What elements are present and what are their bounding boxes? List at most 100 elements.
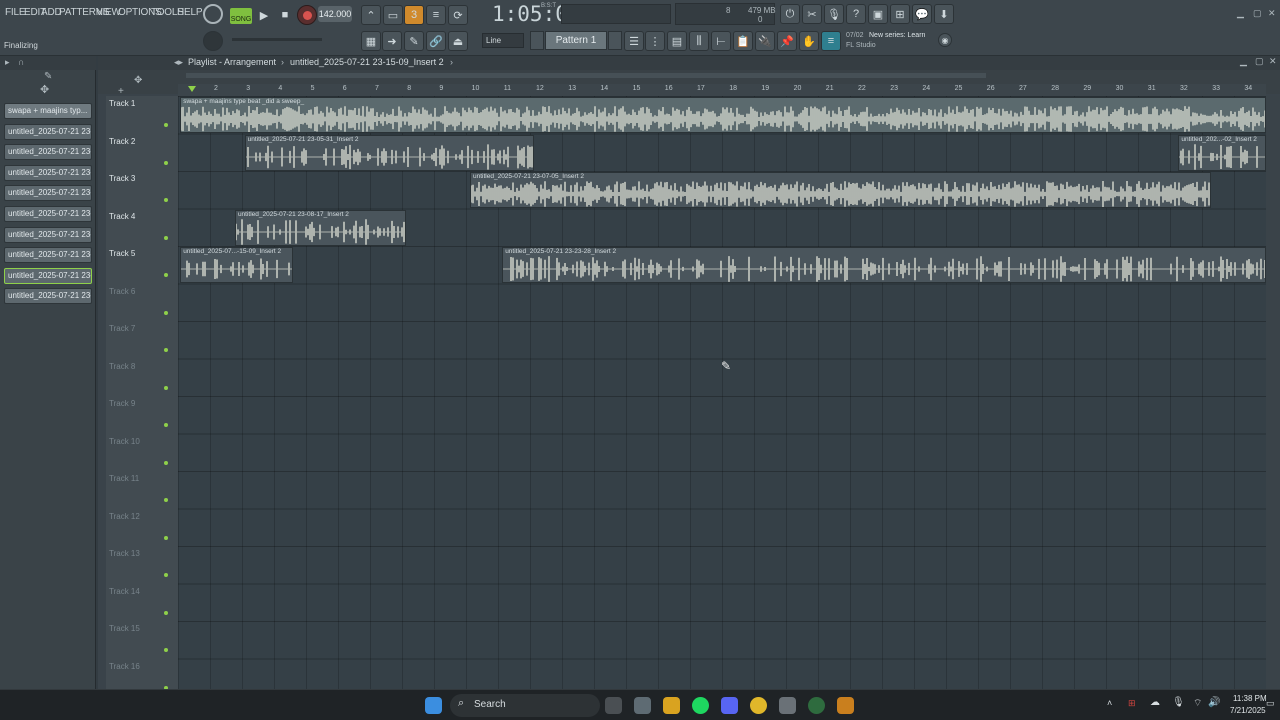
audio-clip[interactable]: untitled_2025-07-21 23-08-17_Insert 2 [234, 209, 406, 246]
save-button[interactable]: ▣ [868, 4, 888, 24]
browser-item[interactable]: untitled_2025-07-21 23-... [4, 288, 92, 305]
audio-clip[interactable]: untitled_202...-02_Insert 2 [1178, 134, 1266, 171]
browser-item[interactable]: untitled_2025-07-21 23-... [4, 144, 92, 161]
playlist-button[interactable]: ☰ [624, 31, 644, 51]
track-label[interactable]: Track 15 [109, 624, 140, 633]
news-button[interactable]: ≡ [821, 31, 841, 51]
discord-icon[interactable] [721, 697, 738, 714]
track-mute-led[interactable] [164, 273, 168, 277]
mic-tray-icon[interactable]: 🎙 [1172, 697, 1185, 708]
piano-roll-button[interactable]: ▦ [361, 31, 381, 51]
track-mute-led[interactable] [164, 460, 168, 465]
track-mute-led[interactable] [164, 348, 168, 352]
clock-time[interactable]: 11:38 PM [1233, 694, 1267, 703]
pan-icon[interactable]: ✥ [134, 75, 142, 86]
track-mute-led[interactable] [164, 610, 168, 615]
news-globe-button[interactable]: ◉ [938, 33, 952, 47]
spotify-icon[interactable] [692, 697, 709, 714]
track-label[interactable]: Track 9 [109, 399, 135, 408]
snap-select[interactable]: Line [482, 33, 524, 48]
close-icon[interactable]: ✕ [1268, 8, 1276, 19]
app-icon[interactable] [808, 697, 825, 714]
mixer-button[interactable]: ⫼ [689, 31, 709, 51]
chrome-icon[interactable] [750, 697, 767, 714]
countdown-button[interactable]: 3 [404, 5, 424, 25]
cloud-icon[interactable]: ☁ [1150, 697, 1160, 708]
track-mute-led[interactable] [164, 198, 168, 202]
link-button[interactable]: 🔗 [426, 31, 446, 51]
browser-move-icon[interactable]: ✥ [40, 83, 49, 96]
track-label[interactable]: Track 13 [109, 549, 140, 558]
news-headline[interactable]: New series: Learn [869, 32, 925, 39]
wifi-icon[interactable]: ⌔ [1193, 697, 1202, 710]
settings-app-icon[interactable] [634, 697, 651, 714]
track-label[interactable]: Track 5 [109, 249, 135, 258]
playhead-marker[interactable] [188, 86, 196, 92]
tempo-display[interactable]: 142.000 [318, 6, 352, 22]
track-mute-led[interactable] [164, 235, 168, 240]
tray-chevron-icon[interactable]: ˄ [1107, 698, 1112, 708]
track-mute-led[interactable] [164, 385, 168, 390]
stop-button[interactable]: ■ [275, 5, 295, 25]
track-mute-led[interactable] [164, 535, 168, 540]
plugin-button[interactable]: 🔌 [755, 31, 775, 51]
track-label[interactable]: Track 7 [109, 324, 135, 333]
browser-item[interactable]: untitled_2025-07-21 23-... [4, 247, 92, 264]
audio-clip[interactable]: swapa + maajins type beat _did a sweep_ [180, 97, 1266, 133]
track-mute-led[interactable] [164, 498, 168, 502]
mic-button[interactable]: 🎙 [824, 4, 844, 24]
track-label[interactable]: Track 3 [109, 174, 135, 183]
playlist-close-icon[interactable]: ✕ [1269, 56, 1277, 67]
track-label[interactable]: Track 10 [109, 437, 140, 446]
arrangement-grid[interactable]: swapa + maajins type beat _did a sweep_ u… [178, 96, 1266, 689]
notification-icon[interactable]: ▭ [1266, 698, 1275, 709]
track-label[interactable]: Track 1 [109, 99, 135, 108]
track-label[interactable]: Track 11 [109, 474, 139, 483]
audio-clip[interactable]: untitled_2025-07...-15-09_Insert 2 [180, 247, 293, 283]
breadcrumb[interactable]: untitled_2025-07-21 23-15-09_Insert 2 [290, 57, 444, 67]
browser-item[interactable]: swapa + maajins typ... [4, 103, 92, 119]
horizontal-scrollbar[interactable] [186, 73, 986, 78]
playlist-minimize-icon[interactable]: ▁ [1240, 56, 1247, 67]
vertical-scrollbar[interactable] [1266, 96, 1280, 689]
pattern-prev-button[interactable] [530, 31, 544, 50]
tools-button[interactable]: ✂ [802, 4, 822, 24]
track-label[interactable]: Track 6 [109, 287, 135, 296]
channel-rack-button[interactable]: ⋮ [645, 31, 665, 51]
master-pitch-slider[interactable] [232, 38, 322, 41]
tray-app-icon[interactable]: ⊞ [1128, 698, 1136, 709]
browser-item[interactable]: untitled_2025-07-21 23-... [4, 185, 92, 202]
snap-arrow-button[interactable]: ➜ [382, 31, 402, 51]
menu-file[interactable]: FILE [5, 7, 26, 18]
browser-item[interactable]: untitled_2025-07-21 23-... [4, 226, 92, 243]
fl-studio-taskbar-icon[interactable] [779, 697, 796, 714]
browser-item[interactable]: untitled_2025-07-21 23-... [4, 206, 92, 222]
song-mode-button[interactable]: SONG [230, 8, 252, 24]
help-button[interactable]: ? [846, 4, 866, 24]
track-mute-led[interactable] [164, 423, 168, 427]
wait-input-button[interactable]: ▭ [383, 5, 403, 25]
maximize-icon[interactable]: ▢ [1253, 8, 1262, 19]
loop-record-button[interactable]: ⟳ [448, 5, 468, 25]
file-explorer-icon[interactable] [663, 697, 680, 714]
online-button[interactable]: ⏻ [780, 4, 800, 24]
download-button[interactable]: ⬇ [934, 4, 954, 24]
track-label[interactable]: Track 16 [109, 662, 140, 671]
pencil-tool-icon[interactable]: ✎ [44, 71, 52, 82]
controller-button[interactable]: ⊞ [890, 4, 910, 24]
track-mute-led[interactable] [164, 648, 168, 652]
pattern-selector[interactable]: Pattern 1 [545, 31, 607, 50]
track-mute-led[interactable] [164, 123, 168, 127]
audio-clip[interactable]: untitled_2025-07-21 23-05-31_Insert 2 [244, 134, 535, 171]
fl-studio-app-icon[interactable] [837, 697, 854, 714]
metronome-button[interactable]: ⌃ [361, 5, 381, 25]
taskbar-search[interactable]: ⌕ Search [450, 694, 600, 717]
task-view-icon[interactable] [605, 697, 622, 714]
track-mute-led[interactable] [164, 573, 168, 577]
master-volume-knob[interactable] [203, 31, 223, 51]
draw-button[interactable]: ✎ [404, 31, 424, 51]
browser-item[interactable]: untitled_2025-07-21 23-... [4, 267, 92, 284]
browser-button[interactable]: ⊢ [711, 31, 731, 51]
chat-button[interactable]: 💬 [912, 4, 932, 24]
audio-clip[interactable]: untitled_2025-07-21 23-23-28_Insert 2 [502, 247, 1266, 283]
